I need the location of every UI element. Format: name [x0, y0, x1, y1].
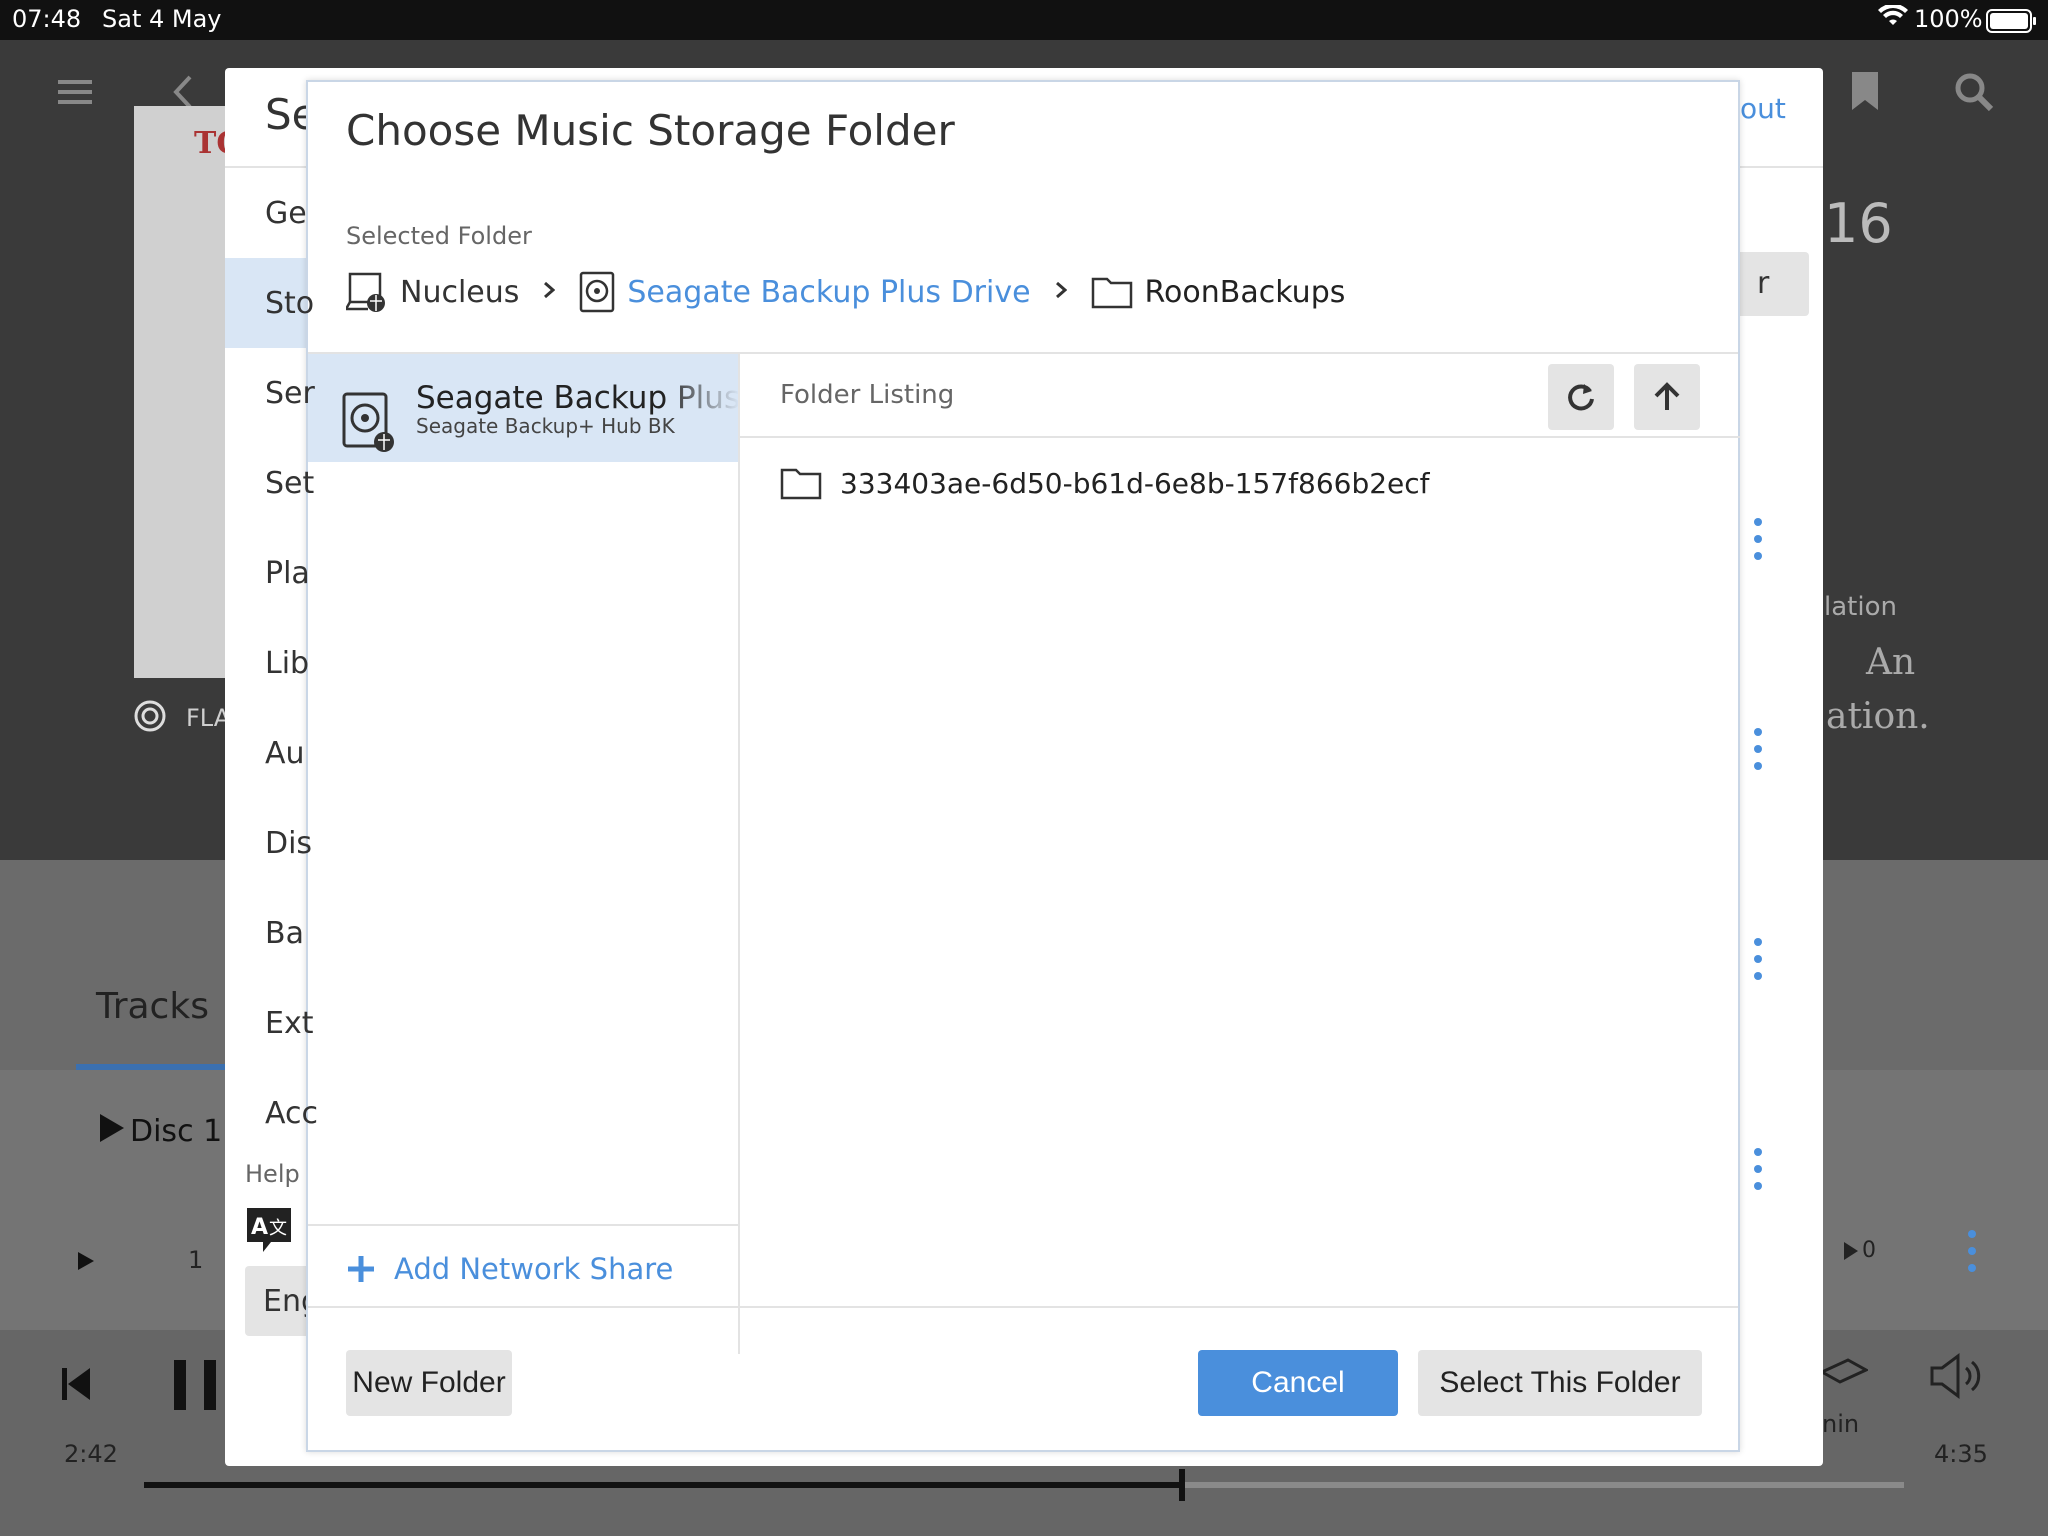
cancel-button[interactable]: Cancel: [1198, 1350, 1398, 1416]
new-folder-button[interactable]: New Folder: [346, 1350, 512, 1416]
column-divider: [738, 354, 740, 1354]
battery-percent: 100%: [1914, 5, 1983, 33]
drive-item-subtitle: Seagate Backup+ Hub BK: [416, 414, 675, 438]
translate-icon: A文: [245, 1206, 293, 1258]
add-network-share-button[interactable]: Add Network Share: [346, 1252, 673, 1286]
progress-fill: [144, 1482, 1183, 1488]
progress-handle[interactable]: [1179, 1469, 1186, 1501]
drive-item-name: Seagate Backup Plus Drive: [416, 380, 738, 416]
folder-list-item[interactable]: 333403ae-6d50-b61d-6e8b-157f866b2ecf: [780, 466, 1430, 500]
track-more-icon[interactable]: [1968, 1230, 1976, 1281]
breadcrumb-drive[interactable]: Seagate Backup Plus Drive: [627, 275, 1030, 310]
text-fragment-2: An: [1866, 642, 1916, 683]
breadcrumb-host[interactable]: Nucleus: [400, 275, 519, 310]
parent-folder-button[interactable]: [1634, 364, 1700, 430]
bookmark-icon[interactable]: [1852, 72, 1878, 116]
drive-icon: [579, 271, 615, 313]
play-count: 0: [1862, 1238, 1876, 1263]
refresh-icon: [1566, 382, 1596, 412]
previous-track-icon[interactable]: [62, 1368, 90, 1404]
nucleus-server-icon: [346, 271, 388, 313]
more-options-icon-2[interactable]: [1754, 728, 1762, 779]
volume-icon[interactable]: [1930, 1352, 1984, 1404]
search-icon[interactable]: [1954, 72, 1994, 116]
refresh-button[interactable]: [1548, 364, 1614, 430]
folder-listing-label: Folder Listing: [780, 380, 955, 410]
select-this-folder-button[interactable]: Select This Folder: [1418, 1350, 1702, 1416]
svg-text:A: A: [251, 1215, 268, 1240]
settings-action-button-label: r: [1757, 266, 1770, 301]
folder-icon: [1091, 275, 1133, 309]
wifi-icon: [1878, 3, 1908, 33]
left-footer-divider: [308, 1224, 738, 1226]
hamburger-menu-icon[interactable]: [58, 78, 92, 110]
time-total: 4:35: [1934, 1440, 1988, 1468]
text-fragment-1: lation: [1824, 592, 1897, 622]
play-count-icon: [1844, 1242, 1858, 1264]
zone-label: nin: [1822, 1410, 1860, 1438]
more-options-icon-3[interactable]: [1754, 938, 1762, 989]
pause-icon[interactable]: [174, 1360, 216, 1414]
plus-icon: [346, 1254, 376, 1284]
progress-bar[interactable]: [144, 1469, 1904, 1501]
breadcrumb-folder: RoonBackups: [1144, 274, 1346, 310]
track-number: 1: [188, 1246, 204, 1274]
folder-name: 333403ae-6d50-b61d-6e8b-157f866b2ecf: [840, 466, 1430, 500]
choose-folder-dialog: Choose Music Storage Folder Selected Fol…: [306, 80, 1740, 1452]
more-options-icon-4[interactable]: [1754, 1148, 1762, 1199]
drive-list-item[interactable]: Seagate Backup Plus Drive Seagate Backup…: [308, 354, 738, 462]
track-play-icon[interactable]: [78, 1252, 94, 1274]
drive-item-icon: [342, 392, 398, 458]
disc-label: Disc 1: [130, 1114, 223, 1149]
status-date: Sat 4 May: [102, 5, 222, 33]
dialog-title: Choose Music Storage Folder: [346, 106, 955, 155]
status-time: 07:48: [12, 5, 82, 33]
svg-text:文: 文: [269, 1218, 287, 1239]
breadcrumb-chevron-icon: [543, 281, 556, 303]
text-fragment-3: ation.: [1826, 696, 1930, 737]
help-label: Help: [245, 1160, 300, 1188]
status-bar: 07:48 Sat 4 May 100%: [0, 0, 2048, 40]
breadcrumb-chevron-icon: [1055, 281, 1067, 303]
quality-icon[interactable]: [134, 700, 166, 736]
arrow-up-icon: [1653, 382, 1681, 412]
footer-divider: [308, 1306, 1738, 1308]
add-network-share-label: Add Network Share: [394, 1252, 674, 1286]
folder-icon: [780, 466, 822, 500]
album-year: 16: [1824, 192, 1893, 255]
tab-tracks[interactable]: Tracks: [96, 986, 209, 1027]
selected-folder-label: Selected Folder: [346, 222, 532, 250]
about-link[interactable]: out: [1740, 92, 1786, 125]
listing-divider: [740, 436, 1740, 438]
disc-play-icon[interactable]: [100, 1114, 124, 1146]
zone-device-icon[interactable]: [1818, 1352, 1870, 1392]
more-options-icon-1[interactable]: [1754, 518, 1762, 569]
settings-nav-selected-bg: [225, 258, 315, 348]
battery-icon: [1986, 9, 2038, 39]
album-art: TO: [134, 106, 242, 678]
format-label: FLA: [186, 704, 231, 732]
breadcrumb: Nucleus Seagate Backup Plus Drive RoonBa…: [346, 270, 1345, 314]
time-elapsed: 2:42: [64, 1440, 118, 1468]
